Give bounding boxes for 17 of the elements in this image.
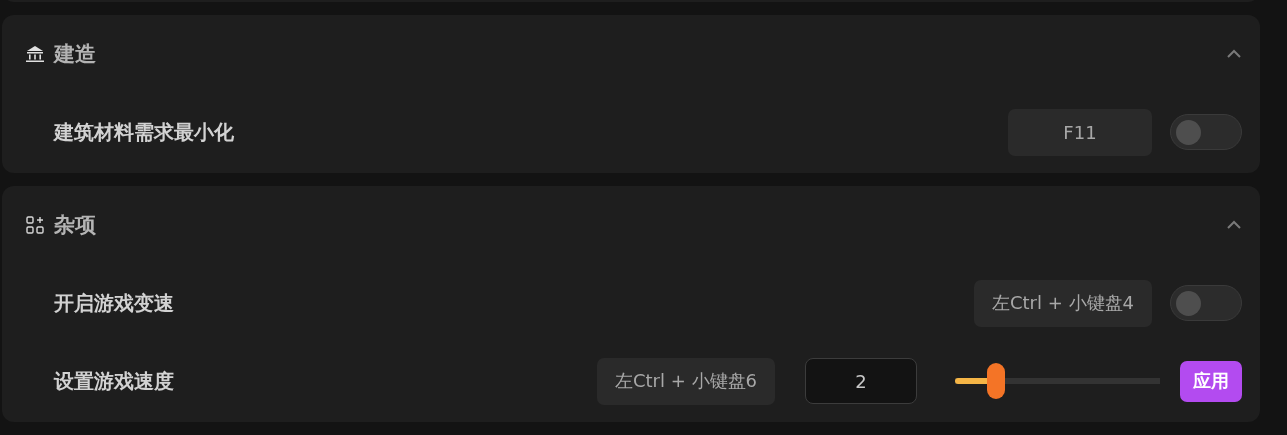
setting-label: 设置游戏速度 (54, 367, 175, 395)
hotkey-button[interactable]: 左Ctrl + 小键盘6 (597, 357, 775, 405)
apps-icon (26, 216, 44, 234)
setting-label: 建筑材料需求最小化 (54, 118, 235, 146)
section-title: 杂项 (54, 212, 97, 239)
chevron-up-icon[interactable] (1226, 220, 1242, 230)
apply-button[interactable]: 应用 (1180, 360, 1242, 402)
hotkey-button[interactable]: F11 (1008, 108, 1152, 156)
speed-input[interactable]: 2 (805, 358, 917, 404)
toggle-switch[interactable] (1170, 285, 1242, 321)
chevron-up-icon[interactable] (1226, 49, 1242, 59)
bank-icon (26, 46, 44, 62)
slider-thumb[interactable] (987, 363, 1005, 399)
section-title: 建造 (54, 41, 97, 68)
setting-label: 开启游戏变速 (54, 289, 175, 317)
hotkey-button[interactable]: 左Ctrl + 小键盘4 (974, 279, 1152, 327)
toggle-switch[interactable] (1170, 114, 1242, 150)
